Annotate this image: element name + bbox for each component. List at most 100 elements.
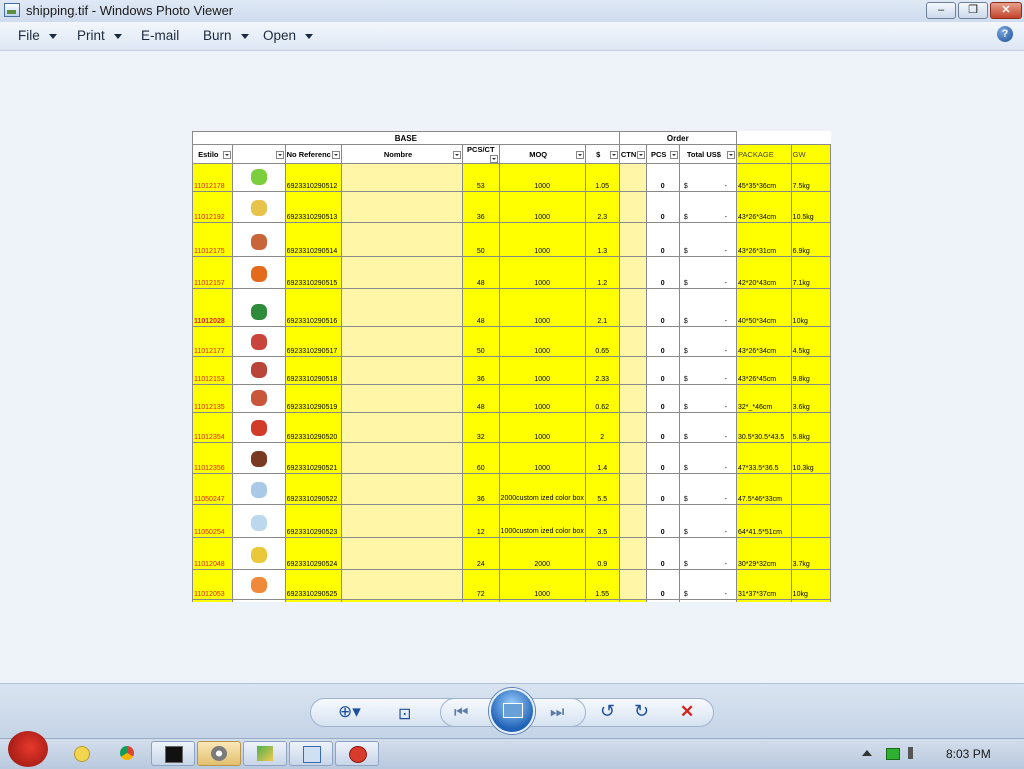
delete-icon[interactable]: ✕ — [680, 702, 694, 722]
taskbar-settings[interactable] — [197, 741, 241, 766]
chrome-icon[interactable] — [120, 746, 134, 760]
cell-ref: 6923310290516 — [284, 288, 342, 327]
taskbar-cmd[interactable] — [151, 741, 195, 766]
cell-total: $ - — [678, 326, 737, 357]
product-thumbnail — [241, 261, 276, 287]
col-header-estilo: Estilo — [192, 144, 233, 164]
table-row: 11012192 6923310290513 36 1000 2.3 0 $ -43*26*3… — [192, 191, 831, 223]
menu-email[interactable]: E-mail — [141, 28, 179, 43]
cell-total: $ - — [678, 504, 737, 538]
cell-gw: 3.6kg — [790, 384, 831, 413]
help-icon[interactable]: ? — [997, 26, 1013, 42]
cell-gw: 10.3kg — [790, 442, 831, 474]
cell-nombre — [340, 326, 464, 357]
currency-symbol: $ — [683, 465, 688, 472]
tray-expand-icon[interactable] — [862, 750, 872, 756]
cell-moq: 2000custom ized color box — [498, 473, 586, 505]
clock[interactable]: 8:03 PM — [946, 747, 991, 761]
volume-icon[interactable] — [908, 747, 920, 759]
cell-thumbnail — [231, 412, 286, 443]
cell-empty — [584, 599, 620, 602]
zoom-icon[interactable]: ⊕▾ — [338, 702, 361, 722]
cell-order-pcs: 0 — [645, 163, 680, 192]
cell-gw: 9.8kg — [790, 356, 831, 385]
folder-icon[interactable] — [74, 746, 90, 762]
cell-package: 47*33.5*36.5 — [735, 442, 792, 474]
cell-ctn — [618, 537, 647, 570]
cell-thumbnail — [231, 537, 286, 570]
cell-ref: 6923310290524 — [284, 537, 342, 570]
product-thumbnail — [241, 446, 276, 472]
cell-moq: 1000 — [498, 288, 586, 327]
cell-empty — [498, 599, 586, 602]
slideshow-button[interactable] — [489, 688, 535, 734]
menu-burn[interactable]: Burn — [203, 28, 249, 43]
cell-empty — [462, 599, 500, 602]
cell-estilo: 11012175 — [192, 222, 233, 257]
menu-file[interactable]: File — [18, 28, 57, 43]
cell-estilo: 11012048 — [192, 537, 233, 570]
cell-ref: 6923310290514 — [284, 222, 342, 257]
cell-ctn — [618, 504, 647, 538]
cell-moq: 1000 — [498, 412, 586, 443]
blank-cell — [791, 132, 830, 145]
network-icon[interactable] — [886, 748, 900, 760]
col-header-nombre: Nombre — [340, 144, 464, 164]
taskbar-stop[interactable] — [335, 741, 379, 766]
menu-open[interactable]: Open — [263, 28, 314, 43]
cell-empty — [340, 599, 464, 602]
cell-nombre — [340, 473, 464, 505]
maximize-button[interactable]: ❐ — [958, 2, 988, 19]
cell-empty — [284, 599, 342, 602]
next-icon[interactable]: ⏭ — [550, 704, 564, 722]
cell-ctn — [618, 163, 647, 192]
cell-ref: 6923310290525 — [284, 569, 342, 600]
table-row: 11012356 6923310290521 60 1000 1.4 0 $ -47*33.5… — [192, 442, 831, 474]
taskbar-app[interactable] — [243, 741, 287, 766]
col-header-moq: MOQ — [498, 144, 586, 164]
menu-bar: File Print E-mail Burn Open — [0, 22, 1024, 51]
product-image-icon — [250, 234, 267, 250]
cell-order-pcs: 0 — [645, 537, 680, 570]
cell-gw — [790, 504, 831, 538]
actual-size-icon[interactable]: ⊡ — [398, 704, 411, 724]
cell-price: 0.62 — [584, 384, 620, 413]
filter-dropdown-icon — [575, 150, 584, 159]
cell-package: 43*26*34cm — [735, 191, 792, 223]
cell-thumbnail — [231, 442, 286, 474]
rotate-clockwise-icon[interactable]: ↻ — [634, 701, 649, 722]
total-value: - — [724, 248, 727, 255]
cell-ctn — [618, 473, 647, 505]
product-image-icon — [250, 515, 267, 531]
cell-moq: 1000custom ized color box — [498, 504, 586, 538]
taskbar-photo-viewer[interactable] — [289, 741, 333, 766]
cell-pcs-ct: 48 — [462, 256, 500, 289]
close-button[interactable]: ✕ — [990, 2, 1022, 19]
previous-icon[interactable]: ⏮ — [454, 704, 468, 722]
total-value: - — [724, 404, 727, 411]
product-image-icon — [250, 482, 267, 498]
cell-moq: 1000 — [498, 256, 586, 289]
cell-nombre — [340, 442, 464, 474]
cell-price: 0.65 — [584, 326, 620, 357]
cell-moq: 1000 — [498, 384, 586, 413]
cell-order-pcs: 0 — [645, 504, 680, 538]
menu-file-label: File — [18, 28, 40, 43]
rotate-counterclockwise-icon[interactable]: ↺ — [600, 701, 615, 722]
cell-total: $ - — [678, 384, 737, 413]
total-value: - — [724, 280, 727, 287]
total-value: - — [724, 561, 727, 568]
product-image-icon — [250, 266, 267, 282]
product-thumbnail — [241, 572, 276, 598]
cell-ref: 6923310290521 — [284, 442, 342, 474]
cell-package: 31*37*37cm — [735, 569, 792, 600]
cell-empty — [735, 599, 792, 602]
col-label: Estilo — [198, 149, 219, 159]
cell-ref: 6923310290520 — [284, 412, 342, 443]
start-button-angry-bird-icon[interactable] — [8, 731, 48, 767]
minimize-button[interactable]: ‒ — [926, 2, 956, 19]
menu-print[interactable]: Print — [77, 28, 122, 43]
chevron-down-icon — [113, 33, 122, 39]
cell-package: 47.5*46*33cm — [735, 473, 792, 505]
cell-estilo: 11012192 — [192, 191, 233, 223]
